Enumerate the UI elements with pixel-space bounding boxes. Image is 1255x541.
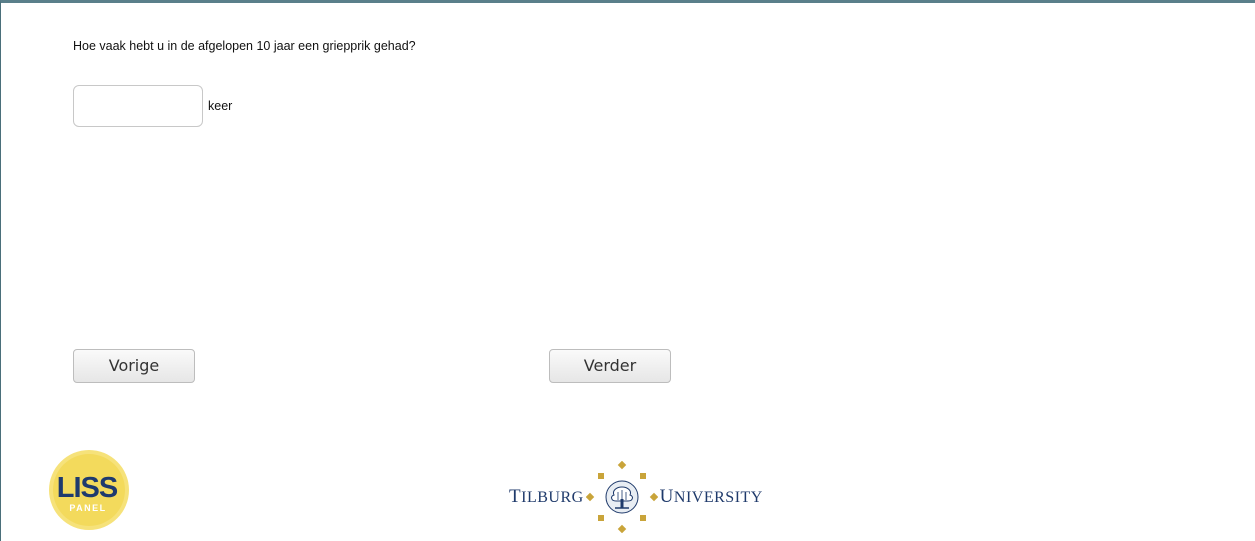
answer-count-input[interactable] (73, 85, 203, 127)
tree-emblem-icon (585, 461, 658, 533)
tilburg-university-logo: TILBURG UNIVERSITY (509, 461, 763, 533)
next-button[interactable]: Verder (549, 349, 671, 383)
tilburg-logo-left-text: TILBURG (509, 486, 584, 507)
answer-unit-label: keer (208, 99, 233, 113)
svg-text:LISS: LISS (57, 472, 118, 504)
survey-page: Hoe vaak hebt u in de afgelopen 10 jaar … (0, 0, 1255, 541)
tilburg-logo-right-text: UNIVERSITY (659, 486, 763, 507)
svg-text:PANEL: PANEL (69, 503, 106, 513)
previous-button[interactable]: Vorige (73, 349, 195, 383)
answer-row: keer (73, 85, 232, 127)
question-text: Hoe vaak hebt u in de afgelopen 10 jaar … (73, 39, 416, 53)
liss-panel-logo: LISS PANEL (49, 450, 129, 530)
